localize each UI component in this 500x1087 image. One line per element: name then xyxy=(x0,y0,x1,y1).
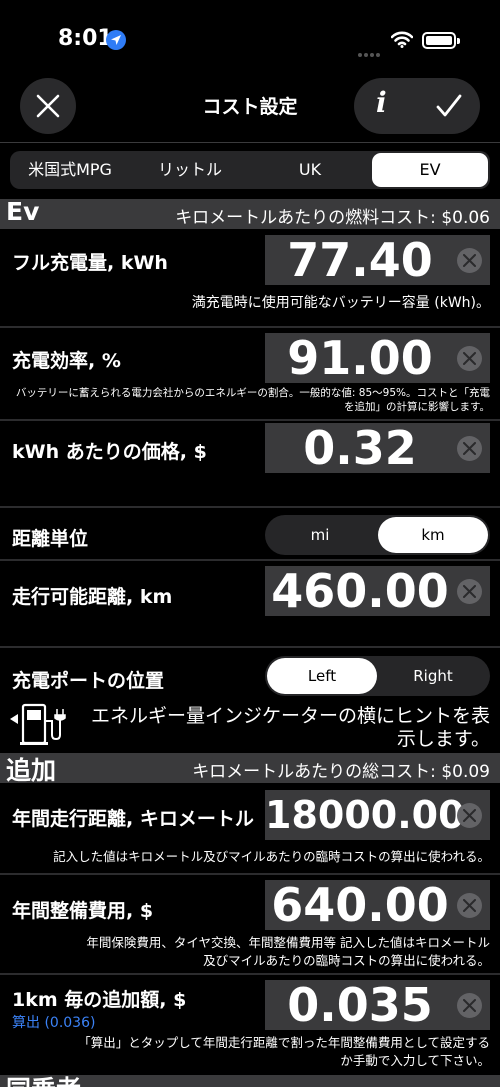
divider xyxy=(0,973,500,975)
divider xyxy=(0,419,500,421)
charge-port-toggle: Left Right xyxy=(265,656,490,696)
divider xyxy=(0,326,500,328)
charge-port-left[interactable]: Left xyxy=(267,658,377,694)
passengers-section-header: 同乗者 xyxy=(0,1075,500,1087)
clear-icon[interactable] xyxy=(457,579,482,604)
tab-liter[interactable]: リットル xyxy=(130,151,250,189)
clear-icon[interactable] xyxy=(457,436,482,461)
ev-section-title: Ev xyxy=(6,197,40,226)
efficiency-note-line1: バッテリーに蓄えられる電力会社からのエネルギーの割合。一般的な値: 85～95%… xyxy=(15,387,490,399)
wifi-icon xyxy=(390,31,414,52)
divider xyxy=(0,506,500,508)
efficiency-field[interactable]: 91.00 xyxy=(265,333,490,383)
per-km-extra-field[interactable]: 0.035 xyxy=(265,980,490,1030)
range-value[interactable]: 460.00 xyxy=(265,566,455,616)
clear-icon[interactable] xyxy=(457,346,482,371)
efficiency-label: 充電効率, % xyxy=(12,350,121,372)
charge-port-right[interactable]: Right xyxy=(378,656,488,696)
divider xyxy=(0,559,500,561)
hint-text: エネルギー量インジケーターの横にヒントを表示します。 xyxy=(90,705,490,750)
checkmark-icon xyxy=(436,94,462,117)
per-km-extra-label: 1km 毎の追加額, $ xyxy=(12,989,187,1011)
full-charge-label: フル充電量, kWh xyxy=(12,252,168,274)
divider xyxy=(0,646,500,648)
status-time: 8:01 xyxy=(58,26,113,51)
price-field[interactable]: 0.32 xyxy=(265,423,490,473)
tab-uk[interactable]: UK xyxy=(250,151,370,189)
divider xyxy=(0,873,500,875)
maintenance-label: 年間整備費用, $ xyxy=(12,900,154,922)
status-bar: 8:01 xyxy=(0,0,500,80)
annual-distance-value[interactable]: 18000.00 xyxy=(265,790,465,840)
nav-bar: コスト設定 i xyxy=(0,76,500,144)
extra-section-header: 追加 キロメートルあたりの総コスト: $0.09 xyxy=(0,753,500,785)
total-cost-per-km: キロメートルあたりの総コスト: $0.09 xyxy=(192,762,490,782)
passengers-section-title: 同乗者 xyxy=(6,1075,81,1087)
tab-ev[interactable]: EV xyxy=(372,153,488,187)
done-button[interactable] xyxy=(436,94,462,122)
distance-unit-toggle: mi km xyxy=(265,515,490,555)
cellular-signal-icon xyxy=(358,42,382,61)
full-charge-field[interactable]: 77.40 xyxy=(265,235,490,285)
fuel-pump-hint-icon xyxy=(10,703,66,745)
clear-icon[interactable] xyxy=(457,893,482,918)
efficiency-note-line2: を追加」の計算に影響します。 xyxy=(344,401,490,413)
charge-port-label: 充電ポートの位置 xyxy=(12,670,165,692)
per-km-extra-value[interactable]: 0.035 xyxy=(265,980,455,1030)
info-button[interactable]: i xyxy=(376,86,387,119)
fuel-cost-per-km: キロメートルあたりの燃料コスト: $0.06 xyxy=(175,208,490,228)
maintenance-note-line2: 及びマイルあたりの臨時コストの算出に使われる。 xyxy=(203,953,490,968)
range-field[interactable]: 460.00 xyxy=(265,566,490,616)
annual-distance-label: 年間走行距離, キロメートル xyxy=(12,808,254,830)
battery-icon xyxy=(422,32,460,49)
clear-icon[interactable] xyxy=(457,248,482,273)
full-charge-value[interactable]: 77.40 xyxy=(265,235,455,285)
extra-section-title: 追加 xyxy=(6,756,57,785)
distance-unit-km[interactable]: km xyxy=(378,517,488,553)
calculate-link[interactable]: 算出 (0.036) xyxy=(12,1012,95,1032)
nav-divider xyxy=(0,142,500,143)
full-charge-note: 満充電時に使用可能なバッテリー容量 (kWh)。 xyxy=(191,295,490,311)
price-value[interactable]: 0.32 xyxy=(265,423,455,473)
per-km-extra-note-line2: か手動で入力して下さい。 xyxy=(340,1053,490,1068)
tab-us-mpg[interactable]: 米国式MPG xyxy=(10,151,130,189)
price-label: kWh あたりの価格, $ xyxy=(12,441,207,463)
annual-distance-note: 記入した値はキロメートル及びマイルあたりの臨時コストの算出に使われる。 xyxy=(53,849,490,864)
per-km-extra-note-line1: 「算出」とタップして年間走行距離で割った年間整備費用として設定する xyxy=(78,1035,490,1050)
nav-actions: i xyxy=(354,78,480,134)
clear-icon[interactable] xyxy=(457,993,482,1018)
range-label: 走行可能距離, km xyxy=(12,586,173,608)
maintenance-field[interactable]: 640.00 xyxy=(265,880,490,930)
maintenance-note-line1: 年間保険費用、タイヤ交換、年間整備費用等 記入した値はキロメートル xyxy=(86,935,490,950)
distance-unit-label: 距離単位 xyxy=(12,528,89,550)
maintenance-value[interactable]: 640.00 xyxy=(265,880,455,930)
units-segmented-control: 米国式MPG リットル UK EV xyxy=(10,151,490,189)
distance-unit-mi[interactable]: mi xyxy=(265,515,375,555)
clear-icon[interactable] xyxy=(457,803,482,828)
location-icon xyxy=(106,30,126,50)
efficiency-value[interactable]: 91.00 xyxy=(265,333,455,383)
ev-section-header: Ev キロメートルあたりの燃料コスト: $0.06 xyxy=(0,197,500,229)
annual-distance-field[interactable]: 18000.00 xyxy=(265,790,490,840)
